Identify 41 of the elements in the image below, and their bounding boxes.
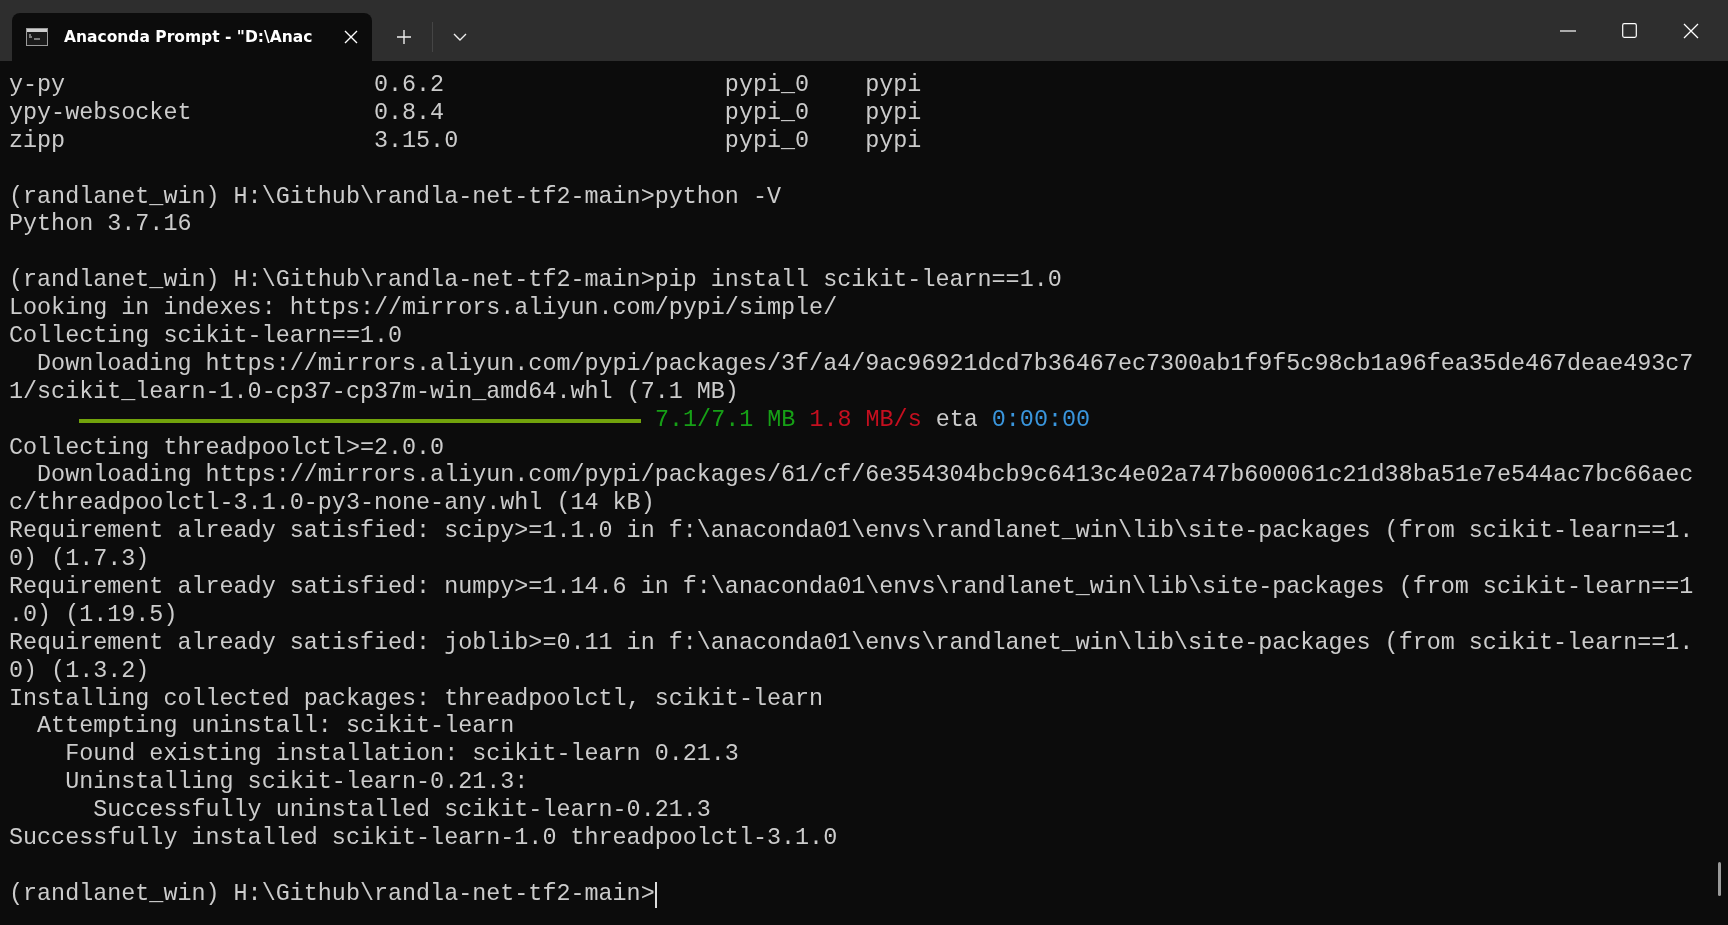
eta-time: 0:00:00 (991, 406, 1091, 435)
terminal-line: Installing collected packages: threadpoolctl, scikit-learn (9, 685, 825, 714)
terminal-line: 0) (1.7.3) (9, 546, 151, 575)
terminal-icon (26, 28, 48, 46)
terminal-tab[interactable]: Anaconda Prompt - "D:\Anac (12, 13, 372, 61)
terminal-line: ypy-websocket 0.8.4 pypi_0 pypi (9, 99, 923, 128)
terminal-line: y-py 0.6.2 pypi_0 pypi (9, 72, 923, 100)
terminal-line: .0) (1.19.5) (9, 601, 179, 630)
terminal-line: Requirement already satisfied: numpy>=1.14.6 in f:\anaconda01\envs\randlanet_win\lib\site-packages (from scikit-learn==1 (9, 574, 1695, 602)
terminal-line: Successfully uninstalled scikit-learn-0.21.3 (92, 797, 712, 826)
new-tab-icon[interactable] (396, 29, 412, 45)
minimize-icon[interactable] (1560, 29, 1576, 32)
maximize-icon[interactable] (1622, 23, 1637, 38)
terminal-line: Python 3.7.16 (9, 211, 193, 240)
terminal-line: Downloading https://mirrors.aliyun.com/pypi/packages/3f/a4/9ac96921dcd7b36467ec7300ab1f9f5c98cb1a96fea35de467deae493c7 (36, 350, 1695, 379)
dropdown-icon[interactable] (453, 33, 467, 41)
terminal-line: Collecting scikit-learn==1.0 (9, 323, 404, 351)
terminal-line: c/threadpoolctl-3.1.0-py3-none-any.whl (14 kB) (9, 490, 656, 519)
terminal-line: Looking in indexes: https://mirrors.aliyun.com/pypi/simple/ (9, 295, 839, 323)
text-cursor (654, 881, 657, 908)
eta-label: eta (935, 406, 978, 435)
download-speed: 1.8 MB/s (809, 406, 922, 435)
terminal-line: Collecting threadpoolctl>=2.0.0 (9, 434, 446, 463)
scrollbar-thumb[interactable] (1718, 862, 1721, 896)
close-icon[interactable] (344, 30, 358, 44)
tab-title: Anaconda Prompt - "D:\Anac (64, 28, 314, 46)
terminal-line: zipp 3.15.0 pypi_0 pypi (9, 127, 923, 156)
terminal-line: Requirement already satisfied: scipy>=1.1.0 in f:\anaconda01\envs\randlanet_win\lib\site-packages (from scikit-learn==1. (9, 518, 1695, 547)
terminal-line: (randlanet_win) H:\Github\randla-net-tf2-main>pip install scikit-learn==1.0 (9, 267, 1063, 296)
download-size: 7.1/7.1 MB (655, 406, 796, 435)
terminal-line: 0) (1.3.2) (9, 657, 151, 686)
terminal-line: Requirement already satisfied: joblib>=0.11 in f:\anaconda01\envs\randlanet_win\lib\site-packages (from scikit-learn==1. (9, 629, 1695, 658)
terminal-line: Attempting uninstall: scikit-learn (36, 713, 516, 742)
terminal-line: Uninstalling scikit-learn-0.21.3: (64, 769, 530, 798)
terminal-line: Successfully installed scikit-learn-1.0 threadpoolctl-3.1.0 (9, 825, 839, 853)
close-icon[interactable] (1683, 22, 1699, 39)
terminal-line: (randlanet_win) H:\Github\randla-net-tf2-main>python -V (9, 183, 783, 212)
terminal-line: 1/scikit_learn-1.0-cp37-cp37m-win_amd64.whl (7.1 MB) (9, 378, 740, 407)
prompt-line: (randlanet_win) H:\Github\randla-net-tf2-main> (9, 880, 655, 909)
terminal-line: Found existing installation: scikit-learn 0.21.3 (64, 741, 740, 770)
terminal-line: Downloading https://mirrors.aliyun.com/pypi/packages/61/cf/6e354304bcb9c6413c4e02a747b600061c21d38ba51e7e544ac7bc66aec (36, 462, 1695, 491)
